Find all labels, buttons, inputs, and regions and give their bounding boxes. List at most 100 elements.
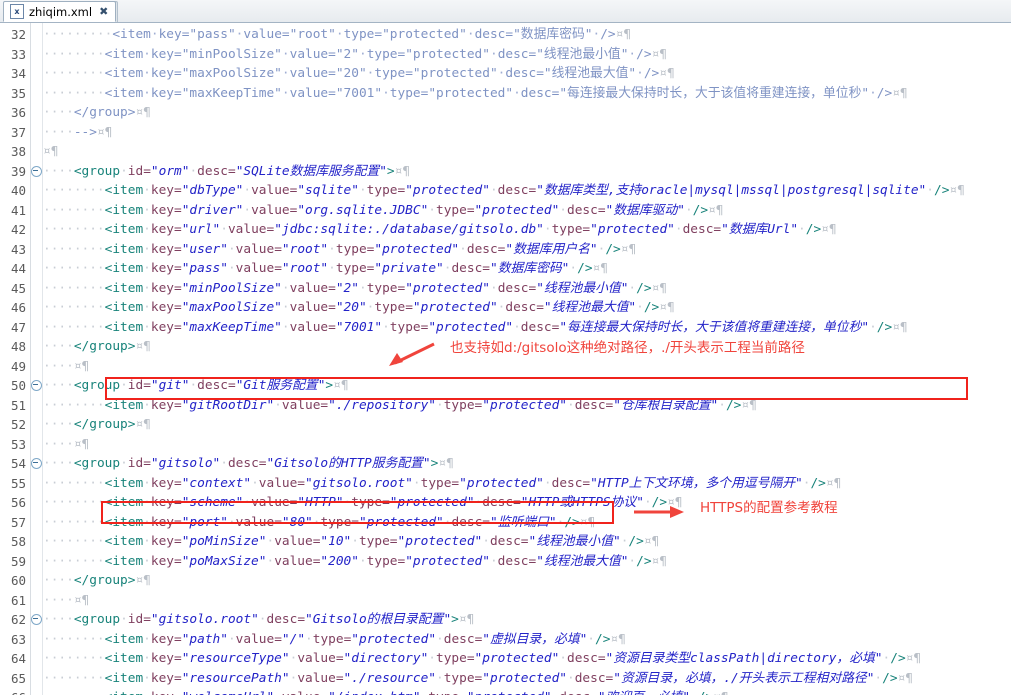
- code-token: />: [876, 319, 893, 335]
- fold-collapse-icon[interactable]: [31, 162, 42, 182]
- code-line[interactable]: ····-->¤¶: [43, 123, 112, 143]
- code-token: ·: [143, 300, 151, 315]
- code-token: <item: [104, 670, 144, 686]
- code-line[interactable]: ········<item·key="minPoolSize"·value="2…: [43, 279, 667, 299]
- tab-zhiqim-xml[interactable]: x zhiqim.xml ✖: [3, 1, 117, 22]
- code-line[interactable]: ········<item·key="url"·value="jdbc:sqli…: [43, 220, 837, 240]
- code-line[interactable]: ········<item·key="driver"·value="org.sq…: [43, 201, 724, 221]
- code-token: <item: [104, 66, 144, 81]
- code-token: desc=: [474, 27, 514, 42]
- code-line[interactable]: ········<item·key="gitRootDir"·value="./…: [43, 396, 757, 416]
- code-token: ¤¶: [333, 378, 349, 393]
- code-token: "protected": [351, 631, 437, 647]
- code-line[interactable]: ········<item·key="resourcePath"·value="…: [43, 669, 913, 689]
- code-line[interactable]: ········<item·key="poMaxSize"·value="200…: [43, 552, 667, 572]
- indent-guides: ········: [43, 514, 105, 530]
- code-token: <item: [104, 553, 144, 569]
- code-token: value=: [289, 280, 336, 296]
- code-token: key=: [150, 261, 182, 276]
- code-token: ¤¶: [651, 553, 667, 569]
- code-token: <item: [104, 183, 144, 198]
- code-line[interactable]: ········<item·key="scheme"·value="HTTP"·…: [43, 493, 683, 513]
- code-token: "orm": [150, 163, 190, 179]
- code-line[interactable]: ········<item·key="port"·value="80"·type…: [43, 513, 595, 533]
- code-content[interactable]: · ········<item·key="pass"·value="root"·t…: [43, 23, 1011, 695]
- code-line[interactable]: ····</group>¤¶: [43, 103, 151, 123]
- code-line[interactable]: ····</group>¤¶: [43, 337, 151, 357]
- code-line[interactable]: ····</group>¤¶: [43, 571, 151, 591]
- code-token: <group: [73, 456, 121, 471]
- indent-guides: ········: [43, 183, 105, 198]
- code-token: ·: [436, 397, 444, 413]
- code-token: desc=: [574, 397, 614, 413]
- code-token: ·: [489, 46, 498, 62]
- code-line[interactable]: ········<item·key="dbType"·value="sqlite…: [43, 181, 965, 201]
- code-line[interactable]: ········<item·key="welcomeUrl"·value="/i…: [43, 688, 729, 695]
- code-line[interactable]: ····¤¶: [43, 591, 89, 611]
- code-line[interactable]: ·········<item·key="pass"·value="root"·t…: [43, 25, 631, 45]
- code-token: "7001": [335, 319, 383, 335]
- code-line[interactable]: ····¤¶: [43, 357, 89, 377]
- code-line[interactable]: ¤¶: [43, 142, 58, 162]
- annotation-arrow-right: [634, 506, 684, 518]
- code-token: key=: [150, 319, 182, 335]
- fold-collapse-icon[interactable]: [31, 454, 42, 474]
- code-token: type=: [343, 27, 383, 42]
- code-line[interactable]: ····¤¶: [43, 435, 89, 455]
- code-token: "线程池最大值": [543, 66, 637, 81]
- code-token: ·: [513, 85, 521, 101]
- code-line[interactable]: ········<item·key="pass"·value="root"·ty…: [43, 259, 608, 279]
- code-token: ·: [428, 651, 437, 666]
- code-token: key=: [150, 631, 182, 647]
- code-token: <item: [104, 261, 144, 276]
- code-line[interactable]: ········<item·key="context"·value="gitso…: [43, 474, 841, 494]
- line-number: 40: [10, 183, 26, 198]
- code-token: "每连接最大保持时长，大于该值将重建连接，单位秒": [559, 85, 870, 101]
- code-token: ·: [281, 85, 290, 101]
- code-token: desc=: [227, 456, 267, 471]
- code-token: "protected": [405, 553, 490, 569]
- code-line[interactable]: ········<item·key="path"·value="/"·type=…: [43, 630, 626, 650]
- code-line[interactable]: ····<group·id="gitsolo"·desc="Gitsolo的HT…: [43, 454, 454, 474]
- code-token: id=: [127, 163, 151, 179]
- code-line[interactable]: ····</group>¤¶: [43, 415, 151, 435]
- code-token: "protected": [459, 475, 544, 491]
- code-line[interactable]: ········<item·key="maxPoolSize"·value="2…: [43, 64, 675, 84]
- code-line[interactable]: ········<item·key="minPoolSize"·value="2…: [43, 45, 667, 65]
- fold-collapse-icon[interactable]: [31, 610, 42, 630]
- fold-collapse-icon[interactable]: [31, 376, 42, 396]
- code-token: ¤¶: [135, 339, 151, 354]
- code-token: ¤¶: [643, 534, 660, 549]
- code-line[interactable]: ····<group·id="orm"·desc="SQLite数据库服务配置"…: [43, 162, 410, 182]
- code-token: type=: [420, 475, 460, 491]
- folding-margin[interactable]: [31, 23, 43, 695]
- code-token: />: [725, 397, 742, 413]
- code-token: value=: [297, 651, 344, 666]
- code-token: type=: [358, 534, 398, 549]
- code-line[interactable]: ········<item·key="user"·value="root"·ty…: [43, 240, 636, 260]
- indent-guides: ········: [43, 690, 105, 695]
- code-line[interactable]: ········<item·key="maxPoolSize"·value="2…: [43, 298, 675, 318]
- code-token: ·: [869, 319, 877, 335]
- close-icon[interactable]: ✖: [99, 6, 108, 17]
- code-editor[interactable]: · ········<item·key="pass"·value="root"·t…: [0, 23, 1011, 695]
- code-token: "protected": [382, 27, 467, 42]
- code-token: ·: [251, 475, 259, 491]
- code-token: <item: [104, 46, 144, 62]
- code-token: value=: [235, 261, 282, 276]
- code-line[interactable]: ····<group·id="gitsolo.root"·desc="Gitso…: [43, 610, 474, 630]
- code-token: "仓库根目录配置": [613, 397, 719, 413]
- code-token: ·: [281, 46, 290, 62]
- code-line[interactable]: ········<item·key="maxKeepTime"·value="7…: [43, 84, 908, 104]
- indent-guides: ····: [43, 163, 74, 179]
- code-token: "Gitsolo的HTTP服务配置": [266, 456, 431, 471]
- code-line[interactable]: ········<item·key="poMinSize"·value="10"…: [43, 532, 659, 552]
- code-token: "数据库用户名": [505, 241, 598, 257]
- code-token: ·: [636, 300, 644, 315]
- code-token: "gitsolo": [150, 456, 221, 471]
- code-line[interactable]: ····<group·id="git"·desc="Git服务配置">¤¶: [43, 376, 349, 396]
- code-line[interactable]: ········<item·key="maxKeepTime"·value="7…: [43, 318, 908, 338]
- code-line[interactable]: ········<item·key="resourceType"·value="…: [43, 649, 921, 669]
- code-token: ·: [489, 183, 498, 198]
- code-token: ·: [143, 670, 151, 686]
